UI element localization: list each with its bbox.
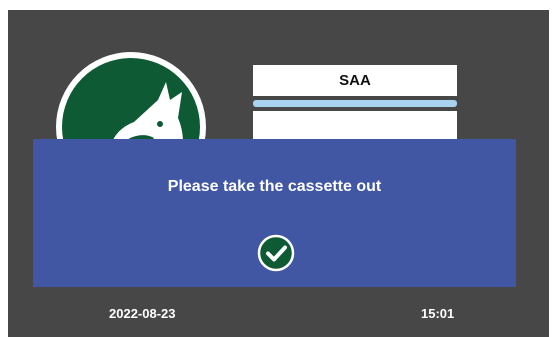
- footer-time: 15:01: [421, 306, 455, 321]
- footer-date: 2022-08-23: [109, 306, 176, 321]
- check-circle-icon: [257, 234, 295, 272]
- test-name-label: SAA: [253, 65, 457, 96]
- confirm-button[interactable]: [253, 230, 299, 276]
- progress-bar: [253, 100, 457, 107]
- cassette-dialog: Please take the cassette out: [33, 139, 516, 287]
- dialog-message: Please take the cassette out: [167, 178, 382, 195]
